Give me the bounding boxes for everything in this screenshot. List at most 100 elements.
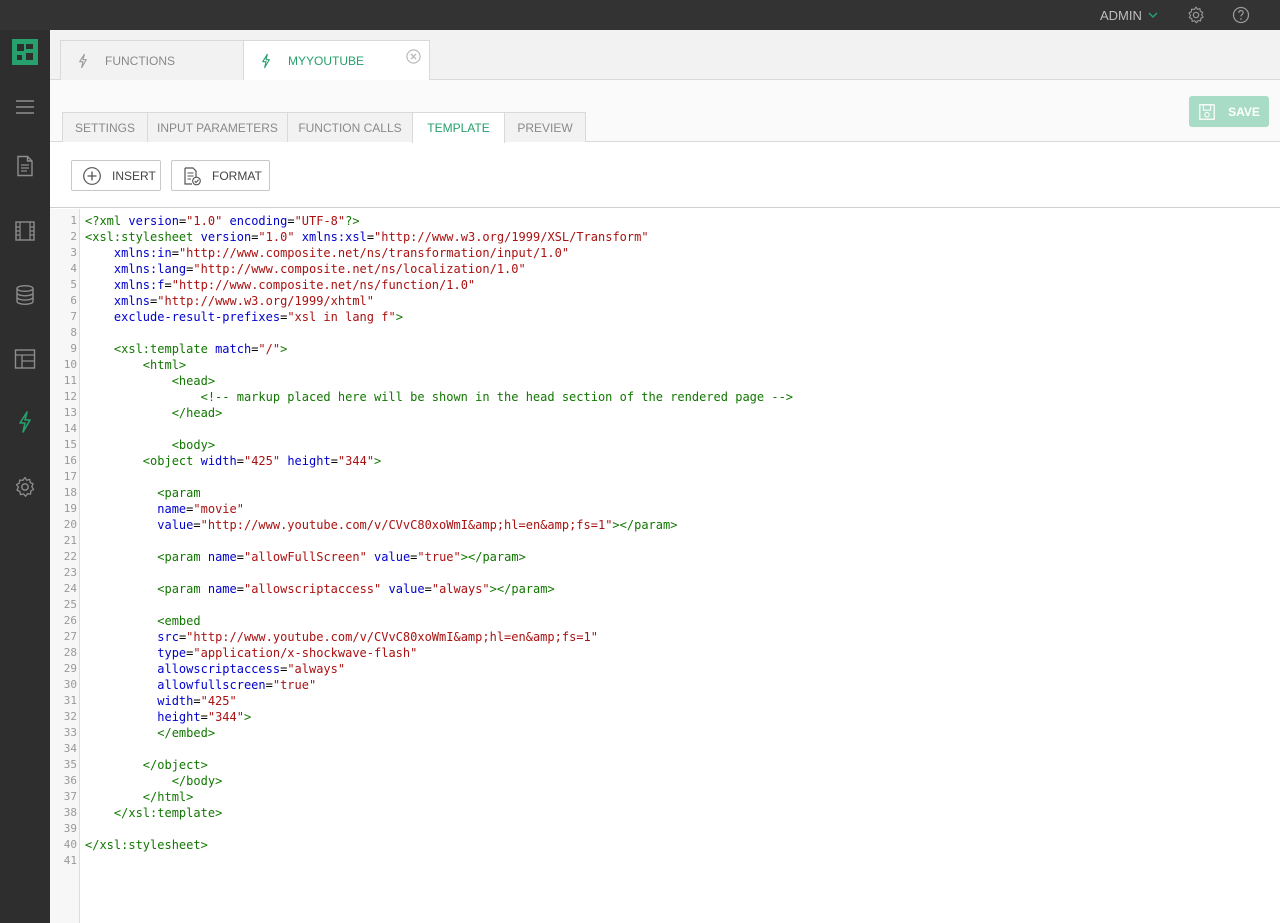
- code-line[interactable]: width="425": [85, 693, 236, 709]
- code-line[interactable]: value="http://www.youtube.com/v/CVvC80xo…: [85, 517, 677, 533]
- user-menu[interactable]: ADMIN: [1100, 0, 1159, 30]
- insert-button[interactable]: INSERT: [71, 160, 161, 191]
- line-number: 14: [63, 422, 77, 435]
- code-line[interactable]: <xsl:stylesheet version="1.0" xmlns:xsl=…: [85, 229, 649, 245]
- code-line[interactable]: type="application/x-shockwave-flash": [85, 645, 417, 661]
- line-number: 38: [63, 806, 77, 819]
- code-line[interactable]: <head>: [85, 373, 215, 389]
- line-number: 22: [63, 550, 77, 563]
- code-line[interactable]: <!-- markup placed here will be shown in…: [85, 389, 793, 405]
- code-line[interactable]: <param: [85, 485, 200, 501]
- code-line[interactable]: xmlns:lang="http://www.composite.net/ns/…: [85, 261, 526, 277]
- line-number: 31: [63, 694, 77, 707]
- top-bar: ADMIN: [0, 0, 1280, 30]
- line-number: 5: [70, 278, 77, 291]
- editor-toolbar: INSERT FORMAT: [50, 143, 1280, 208]
- code-editor[interactable]: 1 2 3 4 5 6 7 8 9 10 11 12 13 14 15 16 17 18 19 20 21 22 23 24 2…: [50, 209, 1280, 923]
- code-line[interactable]: <xsl:template match="/">: [85, 341, 287, 357]
- code-line[interactable]: <?xml version="1.0" encoding="UTF-8"?>: [85, 213, 360, 229]
- settings-icon[interactable]: [13, 475, 37, 499]
- menu-icon[interactable]: [13, 95, 37, 119]
- line-number: 29: [63, 662, 77, 675]
- line-number: 6: [70, 294, 77, 307]
- code-line[interactable]: <embed: [85, 613, 200, 629]
- gear-icon[interactable]: [1186, 5, 1206, 25]
- line-number: 18: [63, 486, 77, 499]
- line-number: 40: [63, 838, 77, 851]
- chevron-down-icon: [1148, 12, 1158, 19]
- code-line[interactable]: </embed>: [85, 725, 215, 741]
- line-number: 26: [63, 614, 77, 627]
- code-line[interactable]: </body>: [85, 773, 223, 789]
- line-number: 1: [70, 214, 77, 227]
- line-number: 10: [63, 358, 77, 371]
- function-icon: [262, 53, 270, 69]
- line-number: 20: [63, 518, 77, 531]
- question-icon[interactable]: [1231, 5, 1251, 25]
- code-line[interactable]: xmlns:f="http://www.composite.net/ns/fun…: [85, 277, 475, 293]
- code-line[interactable]: <body>: [85, 437, 215, 453]
- line-number: 32: [63, 710, 77, 723]
- plus-circle-icon: [83, 166, 101, 185]
- code-line[interactable]: </head>: [85, 405, 223, 421]
- user-name: ADMIN: [1100, 7, 1142, 23]
- code-line[interactable]: height="344">: [85, 709, 251, 725]
- save-icon: [1199, 103, 1215, 120]
- line-number: 4: [70, 262, 77, 275]
- tab-input-parameters[interactable]: INPUT PARAMETERS: [147, 112, 288, 142]
- tab-template[interactable]: TEMPLATE: [412, 112, 505, 143]
- line-number-gutter: 1 2 3 4 5 6 7 8 9 10 11 12 13 14 15 16 17 18 19 20 21 22 23 24 2…: [50, 209, 80, 923]
- line-number: 9: [70, 342, 77, 355]
- code-line[interactable]: </html>: [85, 789, 194, 805]
- line-number: 39: [63, 822, 77, 835]
- tab-myyoutube[interactable]: MYYOUTUBE: [243, 40, 430, 81]
- code-line[interactable]: <param name="allowscriptaccess" value="a…: [85, 581, 554, 597]
- function-icon: [79, 53, 87, 68]
- line-number: 13: [63, 406, 77, 419]
- page-icon[interactable]: [13, 154, 37, 178]
- tab-settings[interactable]: SETTINGS: [62, 112, 148, 142]
- left-rail: [0, 30, 50, 923]
- save-button[interactable]: SAVE: [1189, 96, 1269, 127]
- line-number: 27: [63, 630, 77, 643]
- line-number: 33: [63, 726, 77, 739]
- line-number: 36: [63, 774, 77, 787]
- code-line[interactable]: allowscriptaccess="always": [85, 661, 345, 677]
- code-line[interactable]: exclude-result-prefixes="xsl in lang f">: [85, 309, 403, 325]
- line-number: 16: [63, 454, 77, 467]
- line-number: 8: [70, 326, 77, 339]
- line-number: 34: [63, 742, 77, 755]
- data-icon[interactable]: [13, 283, 37, 307]
- tab-function-calls[interactable]: FUNCTION CALLS: [287, 112, 413, 142]
- line-number: 30: [63, 678, 77, 691]
- code-line[interactable]: <param name="allowFullScreen" value="tru…: [85, 549, 526, 565]
- code-line[interactable]: xmlns="http://www.w3.org/1999/xhtml": [85, 293, 374, 309]
- save-label: SAVE: [1228, 104, 1260, 119]
- code-line[interactable]: name="movie": [85, 501, 244, 517]
- media-icon[interactable]: [13, 219, 37, 243]
- line-number: 28: [63, 646, 77, 659]
- insert-label: INSERT: [112, 168, 156, 183]
- format-button[interactable]: FORMAT: [171, 160, 270, 191]
- tab-label: MYYOUTUBE: [288, 54, 365, 68]
- logo-icon[interactable]: [12, 39, 38, 65]
- document-tabs: FUNCTIONS MYYOUTUBE: [50, 30, 1280, 81]
- function-icon[interactable]: [13, 410, 37, 434]
- line-number: 11: [63, 374, 77, 387]
- line-number: 25: [63, 598, 77, 611]
- main-panel: FUNCTIONS MYYOUTUBE SETTINGS INPUT PARAM…: [50, 30, 1280, 923]
- code-line[interactable]: </xsl:template>: [85, 805, 222, 821]
- code-line[interactable]: src="http://www.youtube.com/v/CVvC80xoWm…: [85, 629, 598, 645]
- code-line[interactable]: </object>: [85, 757, 208, 773]
- tab-preview[interactable]: PREVIEW: [504, 112, 586, 142]
- line-number: 35: [63, 758, 77, 771]
- code-line[interactable]: <object width="425" height="344">: [85, 453, 381, 469]
- code-line[interactable]: xmlns:in="http://www.composite.net/ns/tr…: [85, 245, 569, 261]
- line-number: 23: [63, 566, 77, 579]
- close-icon[interactable]: [406, 49, 421, 64]
- code-line[interactable]: allowfullscreen="true": [85, 677, 316, 693]
- tab-functions[interactable]: FUNCTIONS: [60, 40, 244, 80]
- layout-icon[interactable]: [13, 347, 37, 371]
- code-line[interactable]: </xsl:stylesheet>: [85, 837, 208, 853]
- code-line[interactable]: <html>: [85, 357, 186, 373]
